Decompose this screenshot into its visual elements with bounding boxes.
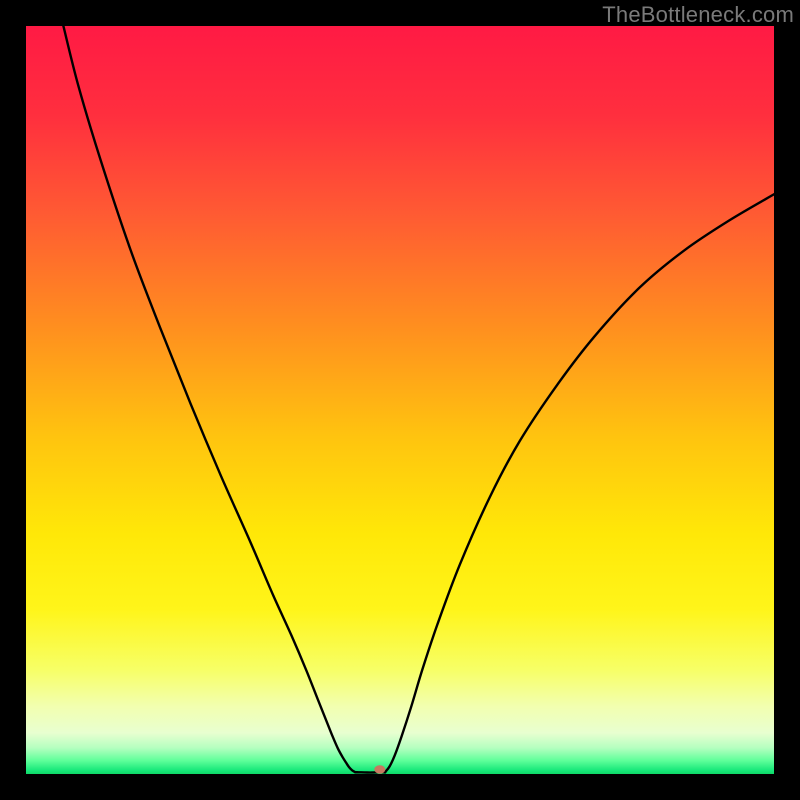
marker-dot	[374, 765, 385, 773]
watermark-text: TheBottleneck.com	[602, 2, 794, 28]
chart-svg	[26, 26, 774, 774]
chart-background	[26, 26, 774, 774]
chart-frame	[26, 26, 774, 774]
